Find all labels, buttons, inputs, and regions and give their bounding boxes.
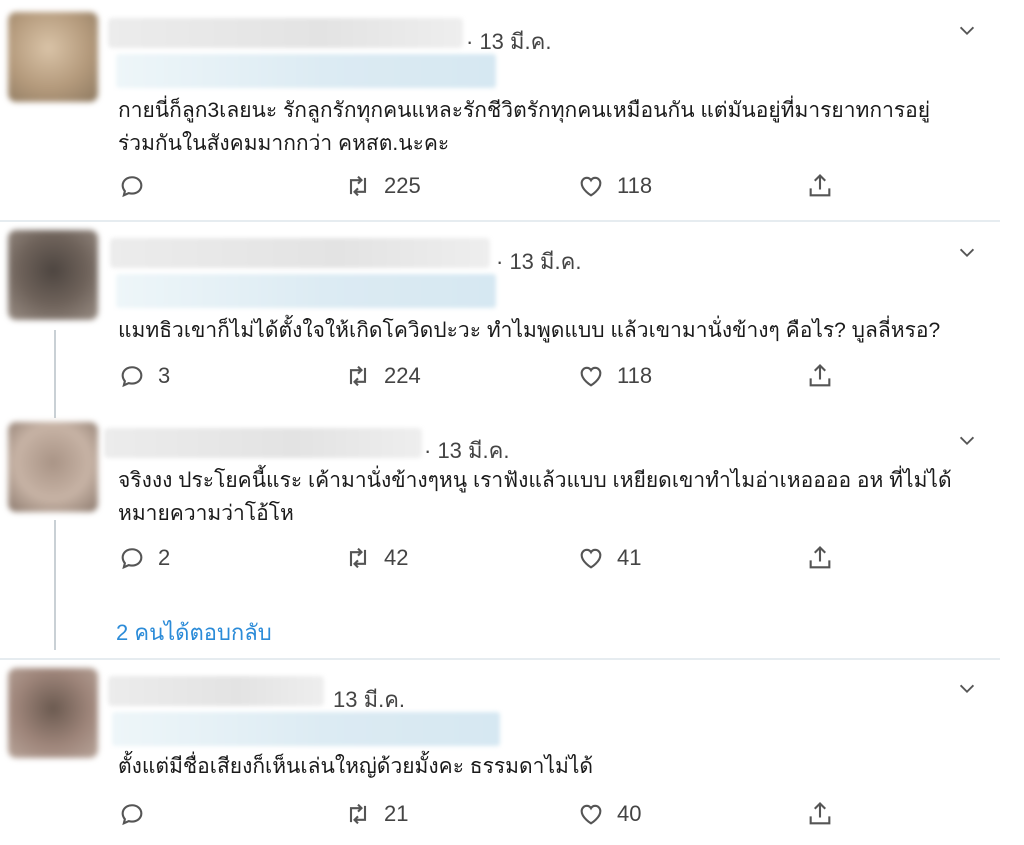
tweet-text-line: หมายความว่าโอ้โห: [118, 502, 294, 525]
reply-icon: [121, 366, 143, 388]
retweet-button[interactable]: 42: [344, 544, 408, 572]
like-button[interactable]: 118: [577, 172, 652, 200]
display-name-redacted: [104, 428, 422, 458]
share-icon: [809, 802, 831, 825]
avatar[interactable]: [8, 12, 98, 102]
display-name-redacted: [108, 18, 463, 48]
tweet-text-line: แมทธิวเขาก็ไม่ได้ตั้งใจให้เกิดโควิดปะวะ …: [118, 319, 941, 342]
tweet-text: แมทธิวเขาก็ไม่ได้ตั้งใจให้เกิดโควิดปะวะ …: [118, 314, 940, 347]
tweet-timestamp[interactable]: · 13 มี.ค.: [424, 433, 509, 468]
reply-icon: [121, 548, 143, 570]
reply-button[interactable]: 2: [118, 544, 170, 572]
reply-count: 3: [158, 363, 171, 388]
share-icon: [809, 546, 831, 569]
tweet-text: กายนี่ก็ลูก3เลยนะ รักลูกรักทุกคนแหละรักช…: [118, 94, 930, 160]
tweet-timestamp[interactable]: · 13 มี.ค.: [496, 244, 581, 279]
like-button[interactable]: 40: [577, 800, 641, 828]
handle-redacted: [112, 712, 500, 746]
tweet[interactable]: · 13 มี.ค. แมทธิวเขาก็ไม่ได้ตั้งใจให้เกิ…: [0, 222, 1024, 418]
chevron-down-icon[interactable]: [956, 20, 978, 42]
share-button[interactable]: [806, 362, 834, 390]
avatar[interactable]: [8, 668, 98, 758]
retweet-button[interactable]: 224: [344, 362, 421, 390]
share-icon: [809, 364, 831, 387]
chevron-down-icon[interactable]: [956, 242, 978, 264]
tweet-divider: [0, 658, 1000, 660]
share-button[interactable]: [806, 544, 834, 572]
share-icon: [809, 174, 831, 197]
reply-button[interactable]: [118, 172, 158, 200]
reply-button[interactable]: [118, 800, 158, 828]
display-name-redacted: [108, 676, 324, 706]
retweet-count: 21: [384, 801, 409, 826]
chevron-down-icon[interactable]: [956, 678, 978, 700]
retweet-icon: [349, 803, 367, 825]
like-count: 40: [617, 801, 642, 826]
chevron-down-icon[interactable]: [956, 430, 978, 452]
show-replies-link[interactable]: 2 คนได้ตอบกลับ: [116, 615, 272, 650]
retweet-button[interactable]: 225: [344, 172, 421, 200]
retweet-icon: [349, 175, 367, 197]
retweet-count: 224: [384, 363, 421, 388]
avatar[interactable]: [8, 422, 98, 512]
reply-button[interactable]: 3: [118, 362, 170, 390]
handle-redacted: [116, 274, 496, 308]
tweet-text-line: กายนี่ก็ลูก3เลยนะ รักลูกรักทุกคนแหละรักช…: [118, 99, 931, 122]
like-button[interactable]: 41: [577, 544, 641, 572]
tweet-text: จริงงง ประโยคนี้แระ เค้ามานั่งข้างๆหนู เ…: [118, 464, 952, 530]
like-icon: [580, 176, 602, 197]
retweet-button[interactable]: 21: [344, 800, 408, 828]
reply-icon: [121, 804, 143, 826]
tweet[interactable]: · 13 มี.ค. กายนี่ก็ลูก3เลยนะ รักลูกรักทุ…: [0, 0, 1024, 220]
like-count: 41: [617, 545, 642, 570]
retweet-count: 225: [384, 173, 421, 198]
like-icon: [580, 548, 602, 569]
tweet-text-line: ตั้งแต่มีชื่อเสียงก็เห็นเล่นใหญ่ด้วยมั้ง…: [118, 755, 594, 778]
retweet-icon: [349, 547, 367, 569]
reply-icon: [121, 176, 143, 198]
like-button[interactable]: 118: [577, 362, 652, 390]
share-button[interactable]: [806, 800, 834, 828]
retweet-icon: [349, 365, 367, 387]
like-count: 118: [617, 173, 653, 198]
retweet-count: 42: [384, 545, 409, 570]
tweet-text: ตั้งแต่มีชื่อเสียงก็เห็นเล่นใหญ่ด้วยมั้ง…: [118, 750, 593, 783]
reply-count: 2: [158, 545, 171, 570]
like-icon: [580, 804, 602, 825]
tweet-text-line: จริงงง ประโยคนี้แระ เค้ามานั่งข้างๆหนู เ…: [118, 469, 952, 492]
tweet[interactable]: 13 มี.ค. ตั้งแต่มีชื่อเสียงก็เห็นเล่นใหญ…: [0, 662, 1024, 845]
like-count: 118: [617, 363, 653, 388]
like-icon: [580, 366, 602, 387]
avatar[interactable]: [8, 230, 98, 320]
share-button[interactable]: [806, 172, 834, 200]
tweet-text-line: ร่วมกันในสังคมมากกว่า คหสต.นะคะ: [118, 132, 450, 155]
handle-redacted: [116, 54, 496, 88]
display-name-redacted: [110, 238, 490, 268]
tweet[interactable]: · 13 มี.ค. จริงงง ประโยคนี้แระ เค้ามานั่…: [0, 420, 1024, 600]
